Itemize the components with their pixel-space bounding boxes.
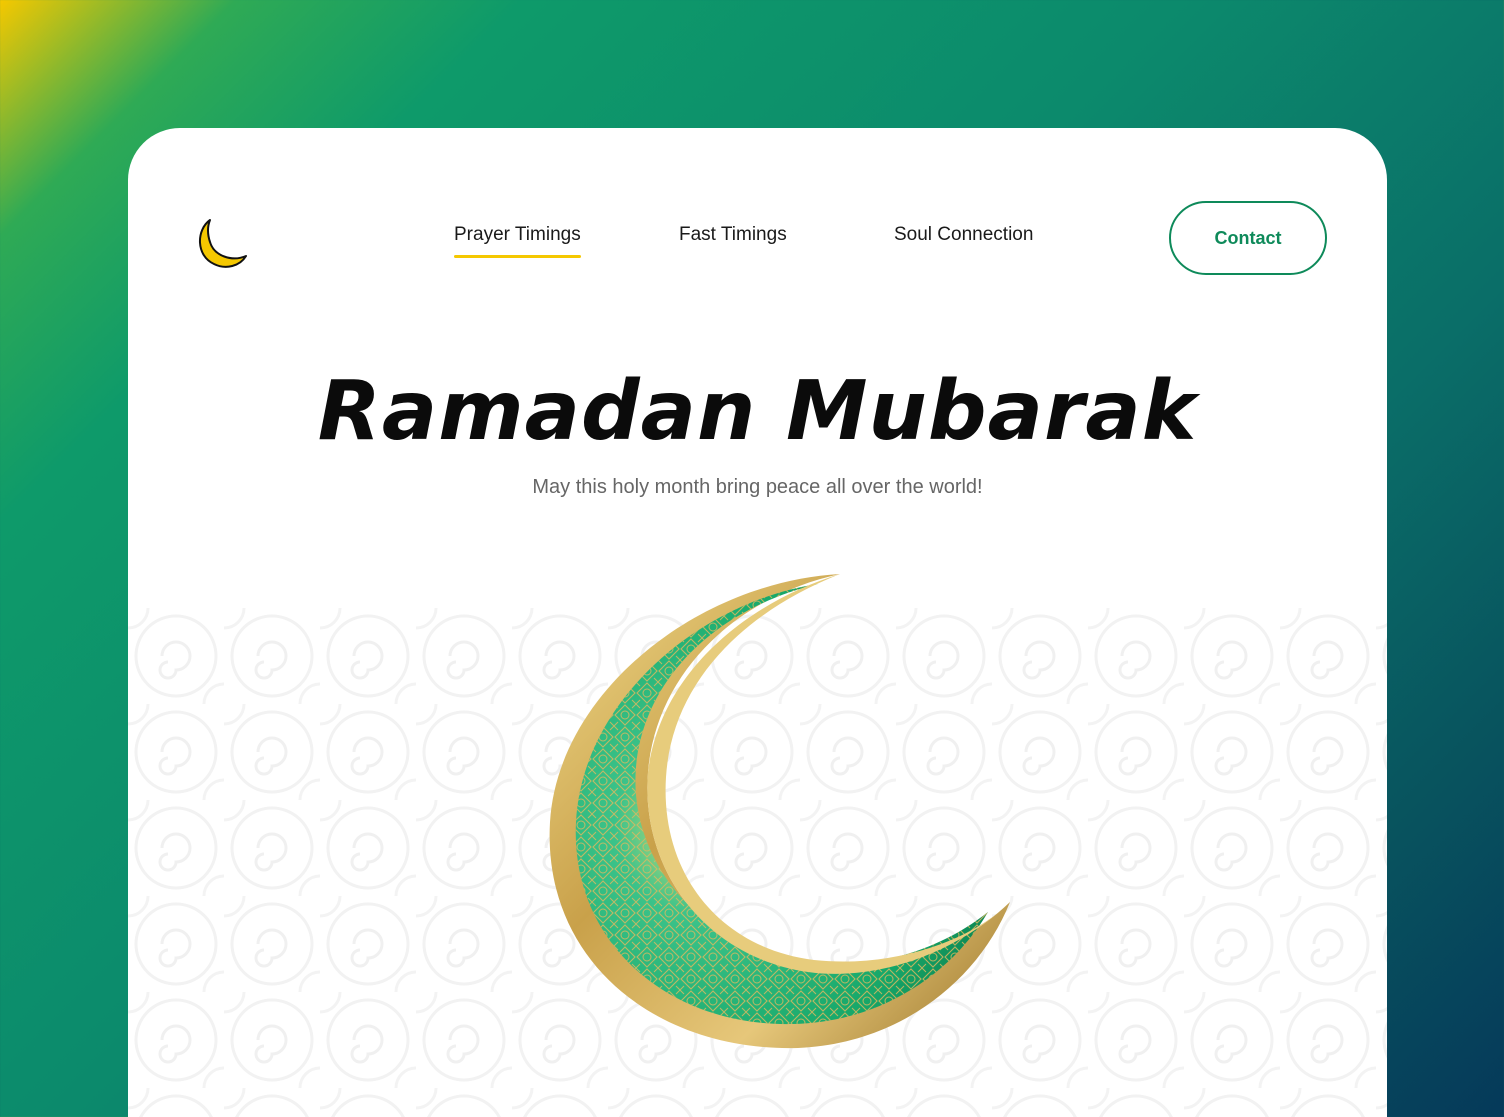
contact-button[interactable]: Contact [1169, 201, 1327, 275]
nav-item-prayer-timings[interactable]: Prayer Timings [454, 224, 581, 258]
crescent-moon-illustration [549, 574, 1010, 1049]
hero-title: Ramadan Mubarak [317, 364, 1198, 459]
nav-item-fast-timings[interactable]: Fast Timings [679, 224, 787, 246]
crescent-moon-icon[interactable] [192, 216, 248, 272]
nav-item-soul-connection[interactable]: Soul Connection [894, 224, 1033, 246]
hero-subtitle: May this holy month bring peace all over… [532, 476, 983, 498]
main-card: Prayer Timings Fast Timings Soul Connect… [128, 128, 1387, 1117]
